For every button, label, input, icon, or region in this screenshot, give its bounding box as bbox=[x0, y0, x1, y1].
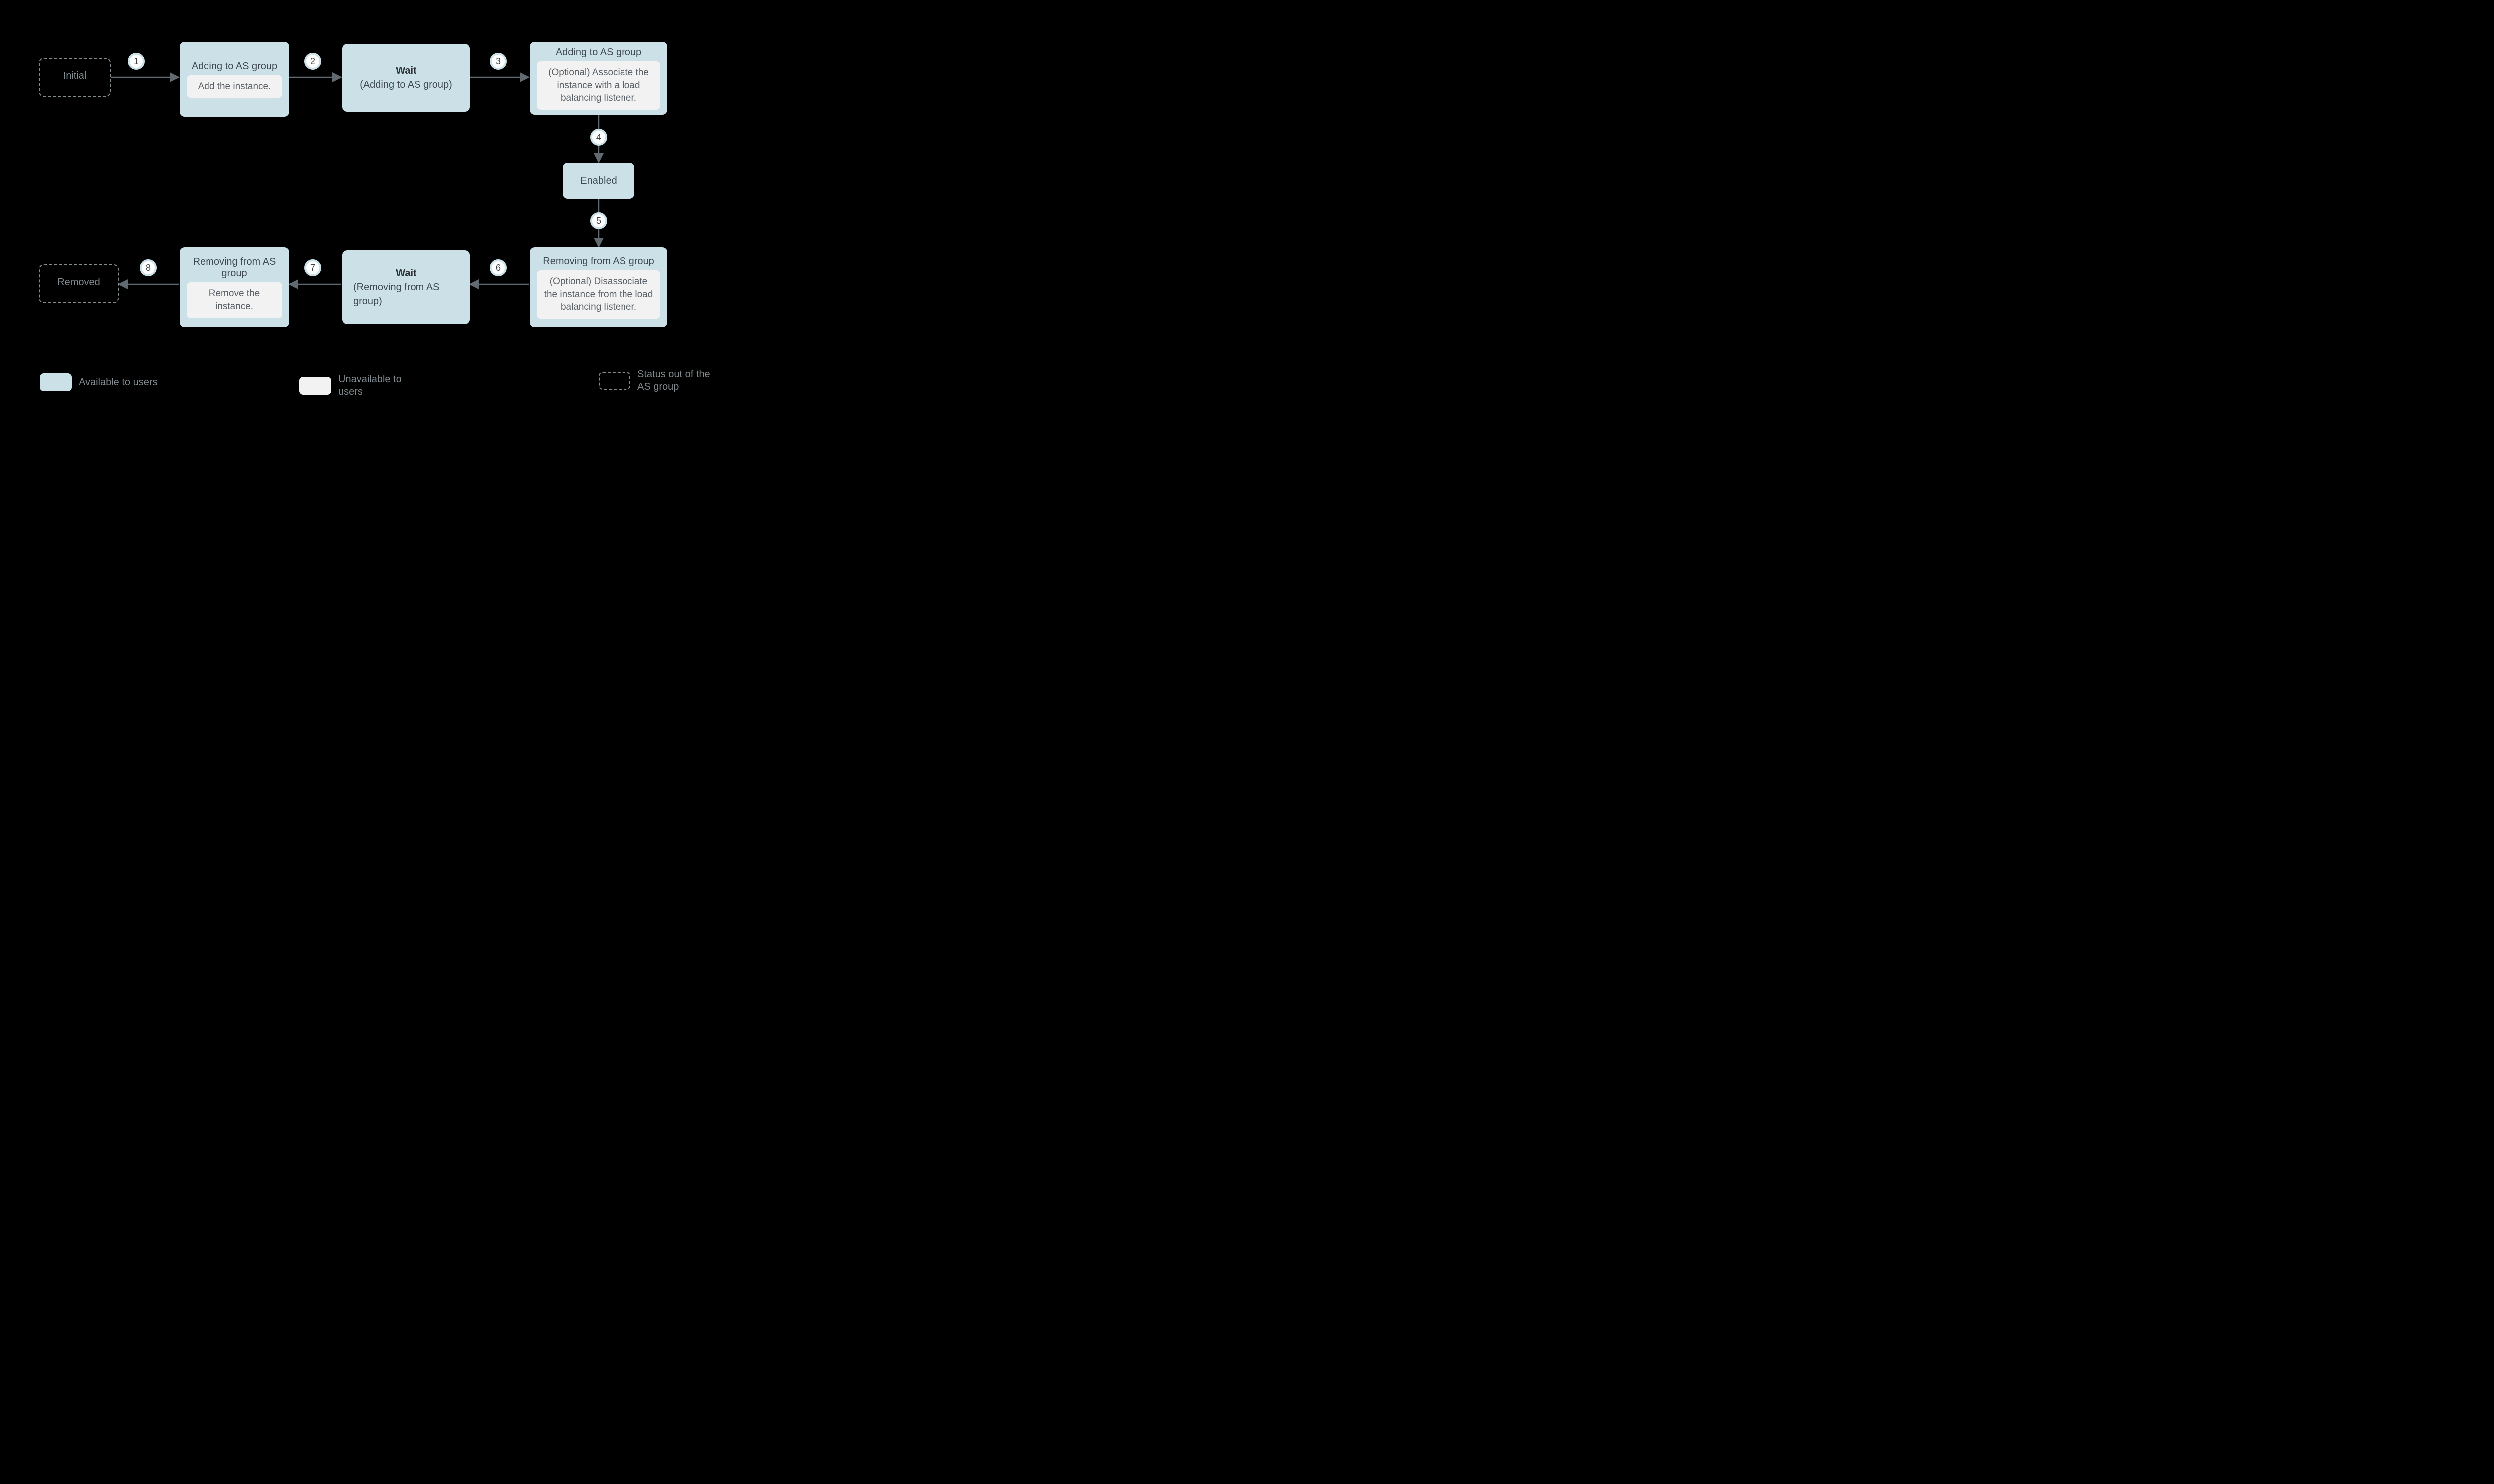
legend-unavailable: Unavailable to users bbox=[299, 373, 423, 398]
swatch-unavailable bbox=[299, 377, 331, 395]
node-wait-add-line1: Wait bbox=[360, 64, 452, 78]
node-enabled: Enabled bbox=[563, 163, 634, 199]
step-5: 5 bbox=[590, 212, 607, 229]
step-7: 7 bbox=[304, 259, 321, 276]
node-wait-remove-line1: Wait bbox=[353, 266, 459, 280]
step-2: 2 bbox=[304, 53, 321, 70]
legend-outside: Status out of the AS group bbox=[599, 368, 722, 393]
node-wait-add-line2: (Adding to AS group) bbox=[360, 78, 452, 92]
node-removing1-title: Removing from AS group bbox=[543, 256, 654, 267]
node-removing2-sub: Remove the instance. bbox=[187, 282, 282, 318]
node-adding2-sub: (Optional) Associate the instance with a… bbox=[537, 61, 660, 110]
node-adding2-title: Adding to AS group bbox=[556, 47, 641, 58]
step-6: 6 bbox=[490, 259, 507, 276]
legend-available-label: Available to users bbox=[79, 376, 158, 389]
node-removing1-sub: (Optional) Disassociate the instance fro… bbox=[537, 270, 660, 319]
node-removing2: Removing from AS group Remove the instan… bbox=[180, 247, 289, 327]
node-adding1-sub: Add the instance. bbox=[187, 75, 282, 98]
step-3: 3 bbox=[490, 53, 507, 70]
legend-unavailable-label: Unavailable to users bbox=[338, 373, 423, 398]
node-removed-label: Removed bbox=[57, 277, 100, 288]
node-removing2-title: Removing from AS group bbox=[187, 256, 282, 279]
node-initial-label: Initial bbox=[63, 70, 87, 82]
node-adding2: Adding to AS group (Optional) Associate … bbox=[530, 42, 667, 115]
step-4: 4 bbox=[590, 129, 607, 146]
step-1: 1 bbox=[128, 53, 145, 70]
node-adding1: Adding to AS group Add the instance. bbox=[180, 42, 289, 117]
node-removed: Removed bbox=[39, 264, 119, 303]
node-wait-remove-line2: (Removing from AS group) bbox=[353, 280, 459, 308]
swatch-available bbox=[40, 373, 72, 391]
legend-available: Available to users bbox=[40, 373, 158, 391]
legend-outside-label: Status out of the AS group bbox=[637, 368, 722, 393]
node-enabled-label: Enabled bbox=[580, 175, 617, 187]
node-wait-add: Wait (Adding to AS group) bbox=[342, 44, 470, 112]
diagram-stage: Initial Adding to AS group Add the insta… bbox=[0, 0, 798, 459]
node-adding1-title: Adding to AS group bbox=[192, 61, 277, 72]
swatch-outside bbox=[599, 372, 630, 390]
node-wait-remove: Wait (Removing from AS group) bbox=[342, 250, 470, 324]
node-initial: Initial bbox=[39, 58, 111, 97]
node-removing1: Removing from AS group (Optional) Disass… bbox=[530, 247, 667, 327]
step-8: 8 bbox=[140, 259, 157, 276]
